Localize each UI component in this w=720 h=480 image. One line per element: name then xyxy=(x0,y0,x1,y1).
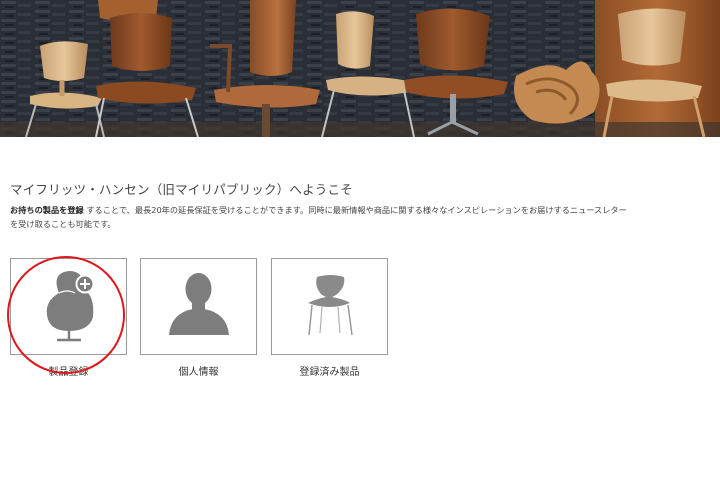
registered-products-label[interactable]: 登録済み製品 xyxy=(271,363,388,378)
person-silhouette-icon xyxy=(169,273,229,335)
intro-body-1: することで、最長20年の延長保証を受けることができます。同時に最新情報や商品に関… xyxy=(86,205,627,215)
welcome-title: マイフリッツ・ハンセン（旧マイリパブリック）へようこそ xyxy=(10,182,353,197)
intro-text: お持ちの製品を登録 することで、最長20年の延長保証を受けることができます。同時… xyxy=(10,203,710,231)
egg-chair-add-icon xyxy=(46,271,95,342)
personal-info-label[interactable]: 個人情報 xyxy=(140,363,257,378)
series7-chair-icon xyxy=(308,275,353,336)
product-registration-label[interactable]: 製品登録 xyxy=(10,363,127,378)
personal-info-card[interactable] xyxy=(140,258,257,355)
intro-body-2: を受け取ることも可能です。 xyxy=(10,219,116,229)
product-registration-card[interactable] xyxy=(10,258,127,355)
registered-products-card[interactable] xyxy=(271,258,388,355)
hero-banner-image xyxy=(0,0,720,137)
intro-lead: お持ちの製品を登録 xyxy=(10,205,84,215)
